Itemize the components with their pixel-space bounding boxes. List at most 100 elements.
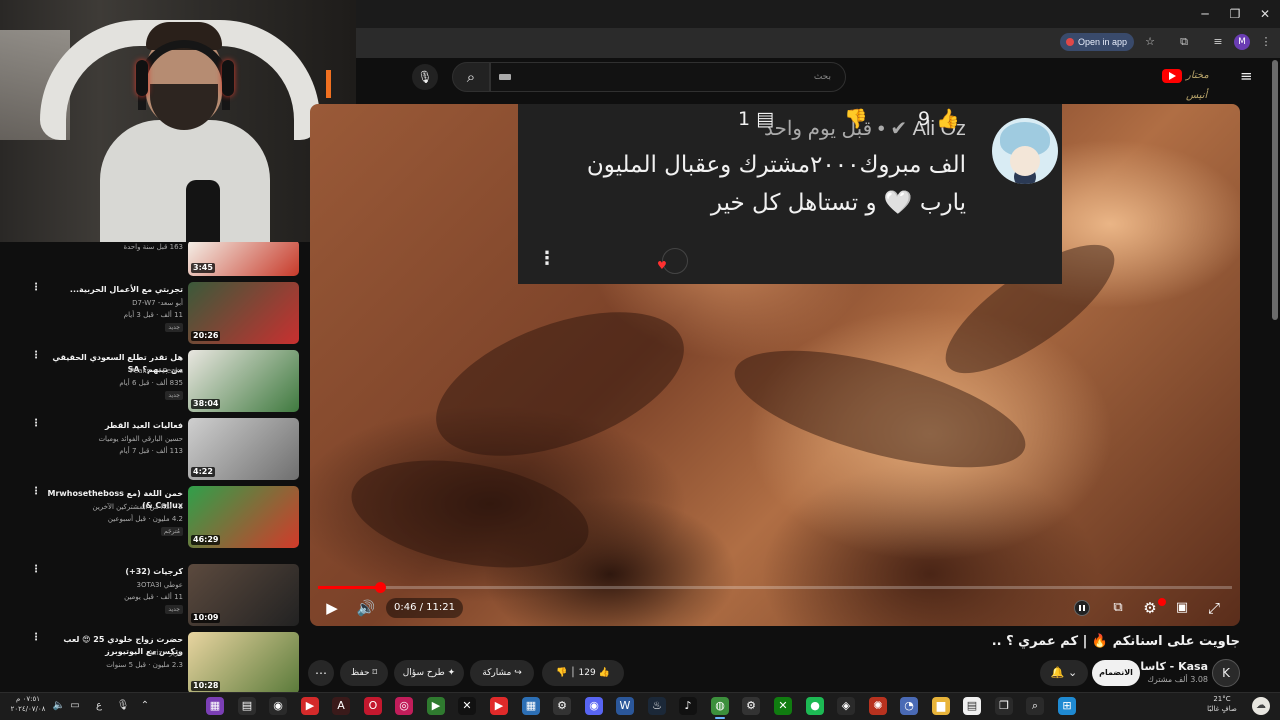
taskbar-app-browser-icon[interactable]: ◔ bbox=[900, 697, 918, 715]
display-tray-icon[interactable]: ▭ bbox=[68, 699, 82, 713]
more-actions-icon[interactable]: ⋯ bbox=[308, 660, 334, 686]
page-scrollbar[interactable] bbox=[1272, 60, 1278, 320]
taskbar-app-steam-icon[interactable]: ♨ bbox=[648, 697, 666, 715]
comment-replies-button[interactable]: 1 ▤ bbox=[738, 104, 774, 134]
weather-widget[interactable]: 21°C صافٍ غالبًا bbox=[1196, 694, 1248, 714]
media-controls-icon[interactable]: ≡ bbox=[1210, 35, 1226, 49]
taskbar-app-steam-2-icon[interactable]: ⚙ bbox=[742, 697, 760, 715]
play-icon[interactable]: ▶ bbox=[322, 598, 342, 618]
taskbar-app-xbox-icon[interactable]: ✕ bbox=[774, 697, 792, 715]
taskbar-app-youtube-studio-icon[interactable]: ▶ bbox=[301, 697, 319, 715]
sidebar-video-item[interactable]: 10:09 كرجيات (32+) عوطي 3OTA3I 11 ألف · قبل… bbox=[0, 564, 305, 628]
taskbar-app-photos-icon[interactable]: ▦ bbox=[522, 697, 540, 715]
extensions-icon[interactable]: ⧉ bbox=[1176, 35, 1192, 49]
video-title[interactable]: فعاليات العيد القطر bbox=[43, 420, 183, 432]
autoplay-toggle-icon[interactable] bbox=[1074, 600, 1090, 616]
taskbar-app-word-icon[interactable]: W bbox=[616, 697, 634, 715]
taskbar-app-adobe-icon[interactable]: A bbox=[332, 697, 350, 715]
show-hidden-icons[interactable]: ⌃ bbox=[138, 699, 152, 713]
video-channel[interactable]: KSI · 2 من المشتركين الآخرين bbox=[43, 502, 183, 512]
taskbar-app-youtube-icon[interactable]: ▶ bbox=[490, 697, 508, 715]
volume-icon[interactable]: 🔊 bbox=[356, 598, 376, 618]
taskbar-app-camera-icon[interactable]: ◎ bbox=[395, 697, 413, 715]
sidebar-video-item[interactable]: 10:28 حضرت زواج خلودي 25 😍 لعب وتكس مع ال… bbox=[0, 632, 305, 692]
more-options-icon[interactable]: ⋮ bbox=[30, 486, 42, 500]
notifications-bell-icon[interactable]: 🔔 ⌄ bbox=[1040, 660, 1088, 686]
window-close-button[interactable]: ✕ bbox=[1250, 6, 1280, 22]
video-thumbnail[interactable]: 20:26 bbox=[188, 282, 299, 344]
channel-avatar[interactable]: K bbox=[1212, 659, 1240, 687]
taskbar-app-spotify-icon[interactable]: ● bbox=[806, 697, 824, 715]
settings-icon[interactable]: ⚙ bbox=[1140, 598, 1160, 618]
ask-button[interactable]: طرح سؤال ✦ bbox=[394, 660, 464, 686]
profile-avatar[interactable]: M bbox=[1234, 34, 1250, 50]
open-in-app-button[interactable]: Open in app bbox=[1060, 33, 1135, 51]
taskbar-app-play-icon[interactable]: ▶ bbox=[427, 697, 445, 715]
browser-menu-icon[interactable]: ⋮ bbox=[1258, 35, 1274, 49]
more-options-icon[interactable]: ⋮ bbox=[30, 350, 42, 364]
volume-tray-icon[interactable]: 🔈 bbox=[52, 699, 66, 713]
hamburger-menu-icon[interactable]: ≡ bbox=[1240, 68, 1254, 84]
commenter-avatar[interactable] bbox=[992, 118, 1058, 184]
progress-scrubber[interactable] bbox=[375, 582, 386, 593]
taskbar-app-calculator-icon[interactable]: ▤ bbox=[238, 697, 256, 715]
video-thumbnail[interactable]: 38:04 bbox=[188, 350, 299, 412]
taskbar-app-game-icon[interactable]: ✺ bbox=[869, 697, 887, 715]
video-channel[interactable]: أبو سعد- D7-W7 bbox=[43, 298, 183, 308]
taskbar-app-notepad-icon[interactable]: ▤ bbox=[963, 697, 981, 715]
weather-cloud-icon[interactable]: ☁ bbox=[1252, 697, 1270, 715]
taskbar-app-tiktok-icon[interactable]: ♪ bbox=[679, 697, 697, 715]
taskbar-clock[interactable]: ٠٧:٥١ م ٢٠٢٤/٠٧/٠٨ bbox=[10, 694, 46, 714]
taskbar-app-discord-icon[interactable]: ◉ bbox=[585, 697, 603, 715]
video-thumbnail[interactable]: 4:22 bbox=[188, 418, 299, 480]
bookmark-star-icon[interactable]: ☆ bbox=[1142, 35, 1158, 49]
taskbar-app-capcut-icon[interactable]: ✕ bbox=[458, 697, 476, 715]
video-channel[interactable]: عزيز - Aziz bbox=[43, 648, 183, 658]
video-player[interactable]: Ali Oz ✔ • قبل يوم واحد الف مبروك٢٠٠٠مشت… bbox=[310, 104, 1240, 626]
comment-like-button[interactable]: 9 👍 bbox=[918, 104, 960, 134]
brand-logo[interactable]: مختار أنيس bbox=[1186, 66, 1232, 101]
keyboard-language[interactable]: ع bbox=[92, 699, 106, 713]
taskbar-search-icon[interactable]: ⌕ bbox=[1026, 697, 1044, 715]
video-thumbnail[interactable]: 10:28 bbox=[188, 632, 299, 692]
taskbar-app-chrome-icon[interactable]: ◍ bbox=[711, 697, 729, 719]
sidebar-video-item[interactable]: 20:26 تجربتي مع الأعمال الحربية... أبو سعد… bbox=[0, 282, 305, 346]
comment-more-icon[interactable]: ⋮ bbox=[538, 248, 556, 269]
taskbar-app-explorer-icon[interactable]: ▦ bbox=[206, 697, 224, 715]
video-title[interactable]: تجربتي مع الأعمال الحربية... bbox=[43, 284, 183, 296]
video-channel[interactable]: عوطي 3OTA3I bbox=[43, 580, 183, 590]
video-channel[interactable]: حسين البارقي الفوائد يوميات bbox=[43, 434, 183, 444]
voice-search-icon[interactable]: 🎙 bbox=[412, 64, 438, 90]
channel-name[interactable]: Kasa - كاسا bbox=[1140, 660, 1208, 673]
search-input[interactable]: بحث bbox=[490, 62, 846, 92]
window-minimize-button[interactable]: ─ bbox=[1190, 6, 1220, 22]
video-thumbnail[interactable]: 46:29 bbox=[188, 486, 299, 548]
taskbar-start-icon[interactable]: ⊞ bbox=[1058, 697, 1076, 715]
save-button[interactable]: حفظ ⌑ bbox=[340, 660, 388, 686]
join-button[interactable]: الانضمام bbox=[1092, 660, 1140, 686]
taskbar-app-obs-icon[interactable]: ◉ bbox=[269, 697, 287, 715]
search-button[interactable]: ⌕ bbox=[452, 62, 490, 92]
sidebar-video-item[interactable]: 4:22 فعاليات العيد القطر حسين البارقي الفو… bbox=[0, 418, 305, 482]
taskbar-app-files-icon[interactable]: ▆ bbox=[932, 697, 950, 715]
more-options-icon[interactable]: ⋮ bbox=[30, 564, 42, 578]
miniplayer-icon[interactable]: ▣ bbox=[1172, 598, 1192, 618]
video-thumbnail[interactable]: 10:09 bbox=[188, 564, 299, 626]
mic-tray-icon[interactable]: 🎙 bbox=[116, 699, 130, 713]
taskbar-app-opera-icon[interactable]: O bbox=[364, 697, 382, 715]
youtube-logo-icon[interactable] bbox=[1162, 69, 1182, 83]
taskbar-app-settings-icon[interactable]: ⚙ bbox=[553, 697, 571, 715]
video-channel[interactable]: Peaks · +Peaks bbox=[43, 366, 183, 376]
sidebar-video-item[interactable]: 38:04 هل تقدر تطلع السعودي الحقيقي من بين… bbox=[0, 350, 305, 414]
captions-icon[interactable]: ⧉ bbox=[1108, 598, 1128, 618]
taskbar-app-robot-icon[interactable]: ◈ bbox=[837, 697, 855, 715]
more-options-icon[interactable]: ⋮ bbox=[30, 282, 42, 296]
sidebar-video-item[interactable]: 46:29 خمن اللغة (مع Mrwhosetheboss & Call… bbox=[0, 486, 305, 550]
taskbar-app-task-view-icon[interactable]: ❐ bbox=[995, 697, 1013, 715]
window-restore-button[interactable]: ❐ bbox=[1220, 6, 1250, 22]
comment-dislike-icon[interactable]: 👎 bbox=[844, 104, 868, 134]
more-options-icon[interactable]: ⋮ bbox=[30, 418, 42, 432]
video-title[interactable]: كرجيات (32+) bbox=[43, 566, 183, 578]
video-thumbnail[interactable]: 3:45 bbox=[188, 242, 299, 276]
like-dislike-button[interactable]: 👎 │ 129 👍 bbox=[542, 660, 624, 686]
